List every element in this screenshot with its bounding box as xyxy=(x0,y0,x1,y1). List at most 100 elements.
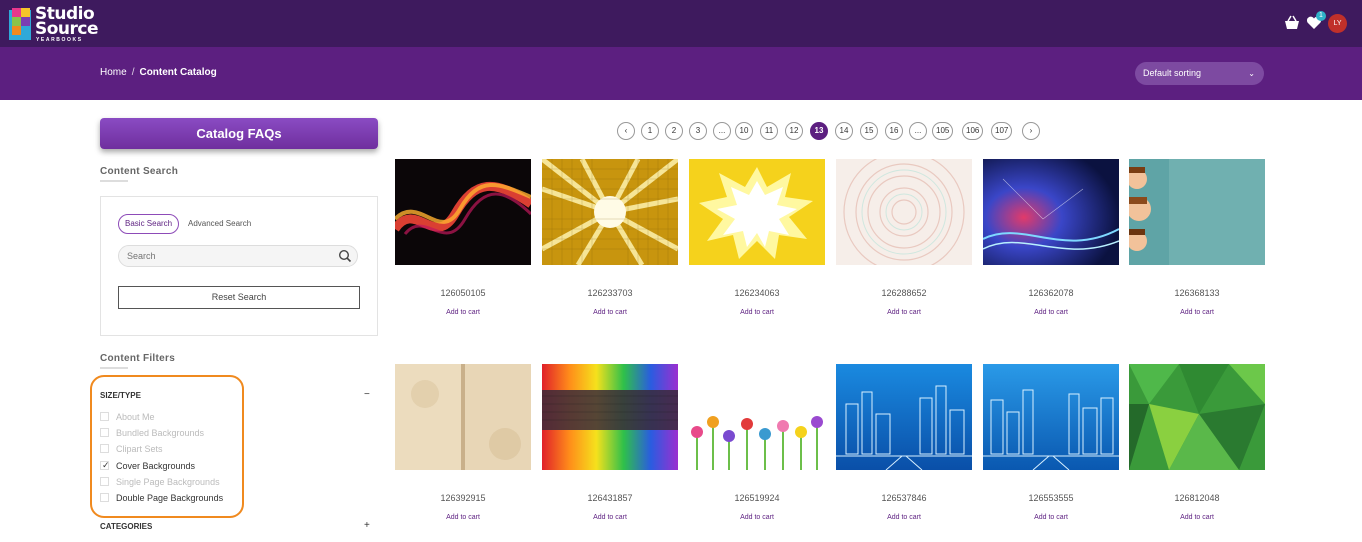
filter-option-label: Double Page Backgrounds xyxy=(116,493,224,503)
tab-basic-search[interactable]: Basic Search xyxy=(118,214,180,234)
product-sku: 126519924 xyxy=(734,493,780,503)
filter-option-label: Clipart Sets xyxy=(116,444,163,454)
collapse-toggle[interactable]: − xyxy=(364,389,370,400)
breadcrumb: Home / Content Catalog xyxy=(100,67,217,78)
categories-heading[interactable]: CATEGORIES xyxy=(100,522,152,531)
search-icon[interactable] xyxy=(338,249,352,263)
product-thumbnail[interactable] xyxy=(983,159,1119,265)
add-to-cart-link[interactable]: Add to cart xyxy=(542,514,678,521)
wishlist-count-badge: 1 xyxy=(1316,11,1326,21)
breadcrumb-current: Content Catalog xyxy=(139,67,217,78)
catalog-faqs-button[interactable]: Catalog FAQs xyxy=(100,118,378,149)
product-thumbnail[interactable] xyxy=(836,159,972,265)
product-card: 126234063 Add to cart xyxy=(689,159,825,316)
content-search-title: Content Search xyxy=(100,166,179,177)
page-link[interactable]: 12 xyxy=(785,122,803,140)
page-link[interactable]: 3 xyxy=(689,122,707,140)
reset-search-button[interactable]: Reset Search xyxy=(118,286,360,309)
product-sku: 126234063 xyxy=(734,288,780,298)
checkbox[interactable] xyxy=(100,493,109,502)
filter-option-single-page-backgrounds[interactable]: Single Page Backgrounds xyxy=(100,476,220,488)
logo-word-2: Source xyxy=(35,19,99,39)
top-bar xyxy=(0,0,1362,47)
add-to-cart-link[interactable]: Add to cart xyxy=(983,514,1119,521)
checkbox[interactable] xyxy=(100,428,109,437)
filter-option-label: About Me xyxy=(116,412,155,422)
checkbox-checked[interactable] xyxy=(100,459,110,471)
page-link[interactable]: 2 xyxy=(665,122,683,140)
product-card: 126362078 Add to cart xyxy=(983,159,1119,316)
page-link[interactable]: 107 xyxy=(991,122,1013,140)
prev-page-button[interactable]: ‹ xyxy=(617,122,635,140)
page-link[interactable]: 11 xyxy=(760,122,778,140)
product-card: 126233703 Add to cart xyxy=(542,159,678,316)
add-to-cart-link[interactable]: Add to cart xyxy=(395,309,531,316)
product-thumbnail[interactable] xyxy=(689,159,825,265)
page-link[interactable]: 1 xyxy=(641,122,659,140)
product-sku: 126233703 xyxy=(587,288,633,298)
logo-tagline: YEARBOOKS xyxy=(36,37,83,43)
add-to-cart-link[interactable]: Add to cart xyxy=(395,514,531,521)
page-link[interactable]: 16 xyxy=(885,122,903,140)
product-sku: 126392915 xyxy=(440,493,486,503)
expand-toggle[interactable]: + xyxy=(364,520,370,531)
product-thumbnail[interactable] xyxy=(836,364,972,470)
checkbox[interactable] xyxy=(100,444,109,453)
product-sku: 126050105 xyxy=(440,288,486,298)
product-sku: 126812048 xyxy=(1174,493,1220,503)
size-type-heading[interactable]: SIZE/TYPE xyxy=(100,391,141,400)
product-thumbnail[interactable] xyxy=(395,364,531,470)
logo-cube-icon xyxy=(9,8,31,40)
product-card: 126537846 Add to cart xyxy=(836,364,972,521)
add-to-cart-link[interactable]: Add to cart xyxy=(836,309,972,316)
next-page-button[interactable]: › xyxy=(1022,122,1040,140)
filter-option-about-me[interactable]: About Me xyxy=(100,411,155,423)
user-avatar[interactable]: LY xyxy=(1328,14,1347,33)
product-thumbnail[interactable] xyxy=(983,364,1119,470)
product-thumbnail[interactable] xyxy=(542,159,678,265)
basket-icon[interactable] xyxy=(1283,14,1301,32)
page-link[interactable]: 10 xyxy=(735,122,753,140)
add-to-cart-link[interactable]: Add to cart xyxy=(689,514,825,521)
current-page: 13 xyxy=(810,122,828,140)
product-card: 126431857 Add to cart xyxy=(542,364,678,521)
checkbox[interactable] xyxy=(100,477,109,486)
filter-option-label: Cover Backgrounds xyxy=(116,461,196,471)
page-link[interactable]: 14 xyxy=(835,122,853,140)
filter-option-double-page-backgrounds[interactable]: Double Page Backgrounds xyxy=(100,492,223,504)
add-to-cart-link[interactable]: Add to cart xyxy=(983,309,1119,316)
sort-select[interactable]: Default sorting ⌄ xyxy=(1135,62,1264,85)
add-to-cart-link[interactable]: Add to cart xyxy=(1129,514,1265,521)
product-thumbnail[interactable] xyxy=(689,364,825,470)
page-link[interactable]: 106 xyxy=(962,122,984,140)
page-link[interactable]: 105 xyxy=(932,122,954,140)
page-ellipsis: ... xyxy=(713,122,731,140)
filter-option-clipart-sets[interactable]: Clipart Sets xyxy=(100,443,163,455)
filter-option-cover-backgrounds[interactable]: Cover Backgrounds xyxy=(100,459,196,472)
add-to-cart-link[interactable]: Add to cart xyxy=(689,309,825,316)
product-card: 126368133 Add to cart xyxy=(1129,159,1265,316)
divider xyxy=(100,367,128,369)
product-card: 126519924 Add to cart xyxy=(689,364,825,521)
add-to-cart-link[interactable]: Add to cart xyxy=(542,309,678,316)
product-card: 126050105 Add to cart xyxy=(395,159,531,316)
product-thumbnail[interactable] xyxy=(1129,364,1265,470)
checkbox[interactable] xyxy=(100,412,109,421)
page-link[interactable]: 15 xyxy=(860,122,878,140)
breadcrumb-home-link[interactable]: Home xyxy=(100,67,127,78)
divider xyxy=(100,180,128,182)
tab-advanced-search[interactable]: Advanced Search xyxy=(188,219,251,228)
search-input[interactable] xyxy=(118,245,358,267)
filter-option-label: Bundled Backgrounds xyxy=(116,428,205,438)
breadcrumb-separator: / xyxy=(131,67,135,78)
filter-option-bundled-backgrounds[interactable]: Bundled Backgrounds xyxy=(100,427,204,439)
page-ellipsis: ... xyxy=(909,122,927,140)
product-thumbnail[interactable] xyxy=(1129,159,1265,265)
add-to-cart-link[interactable]: Add to cart xyxy=(836,514,972,521)
add-to-cart-link[interactable]: Add to cart xyxy=(1129,309,1265,316)
brand-logo[interactable]: Studio Source YEARBOOKS xyxy=(8,4,100,44)
product-thumbnail[interactable] xyxy=(395,159,531,265)
product-thumbnail[interactable] xyxy=(542,364,678,470)
product-sku: 126368133 xyxy=(1174,288,1220,298)
sort-select-value: Default sorting xyxy=(1143,68,1202,78)
